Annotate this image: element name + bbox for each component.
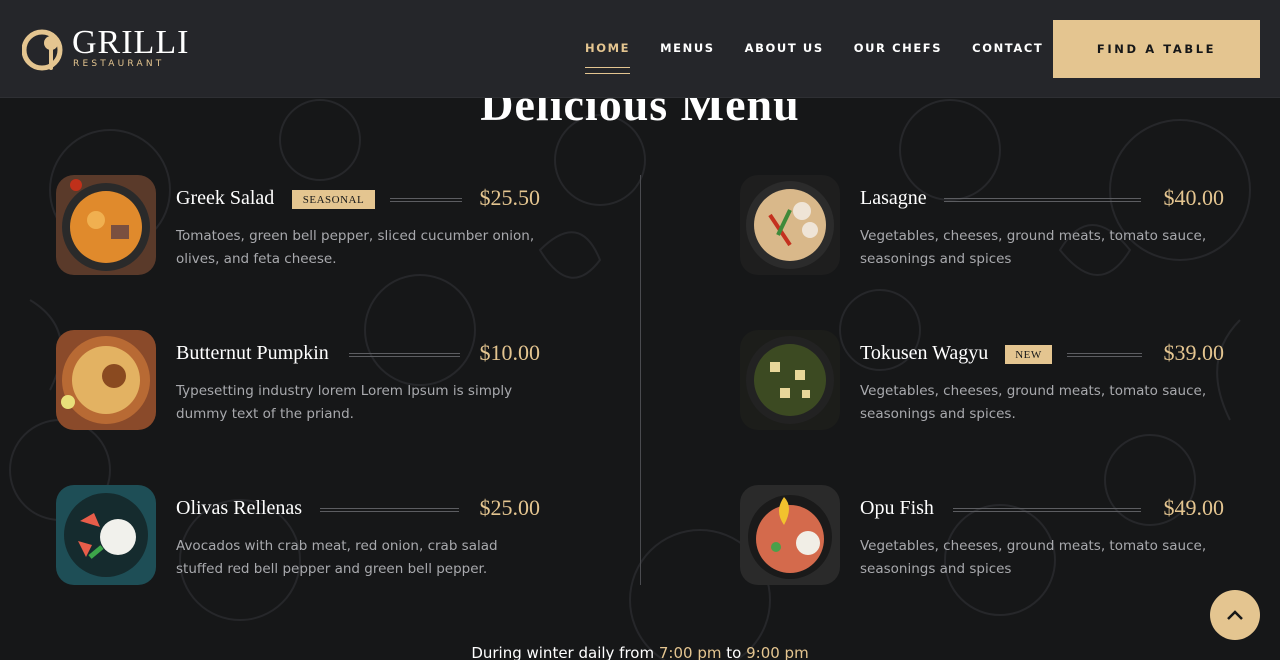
price-rule [390, 198, 462, 202]
dish-name: Butternut Pumpkin [176, 342, 329, 364]
nav-our-chefs[interactable]: OUR CHEFS [854, 41, 942, 55]
brand-logo[interactable]: GRILLI RESTAURANT [22, 26, 188, 72]
dish-description: Vegetables, cheeses, ground meats, tomat… [860, 228, 1207, 267]
dish-price: $25.50 [479, 185, 541, 210]
seasonal-badge: SEASONAL [292, 190, 375, 209]
back-to-top-button[interactable] [1210, 590, 1260, 640]
dish-image [56, 175, 156, 275]
menu-item[interactable]: Opu Fish $49.00 Vegetables, cheeses, gro… [740, 485, 1224, 585]
column-divider [640, 175, 641, 585]
price-rule [349, 353, 460, 357]
dish-image [740, 485, 840, 585]
menu-item[interactable]: Butternut Pumpkin $10.00 Typesetting ind… [56, 330, 540, 430]
dish-price: $40.00 [1163, 185, 1225, 210]
dish-name: Olivas Rellenas [176, 497, 303, 519]
dish-name: Greek Salad [176, 187, 275, 209]
nav-menus[interactable]: MENUS [660, 41, 715, 55]
hours-prefix: During winter daily from [471, 644, 655, 660]
dish-price: $25.00 [479, 495, 541, 520]
dish-image [740, 330, 840, 430]
price-rule [1067, 353, 1142, 357]
dish-price: $39.00 [1163, 340, 1225, 365]
dish-image [56, 485, 156, 585]
dish-price: $49.00 [1163, 495, 1225, 520]
dish-description: Avocados with crab meat, red onion, crab… [176, 538, 498, 577]
dish-image [56, 330, 156, 430]
brand-name: GRILLI [72, 24, 190, 61]
price-rule [953, 508, 1141, 512]
dish-description: Vegetables, cheeses, ground meats, tomat… [860, 538, 1207, 577]
hours-start: 7:00 pm [658, 644, 722, 660]
dish-name: Opu Fish [860, 497, 934, 519]
dish-name: Tokusen Wagyu [860, 342, 989, 364]
nav-about-us[interactable]: ABOUT US [745, 41, 824, 55]
dish-name: Lasagne [860, 187, 927, 209]
menu-item[interactable]: Lasagne $40.00 Vegetables, cheeses, grou… [740, 175, 1224, 275]
hours-end: 9:00 pm [746, 644, 809, 660]
chevron-up-icon [1227, 610, 1243, 620]
dish-price: $10.00 [479, 340, 541, 365]
find-table-button[interactable]: FIND A TABLE [1053, 20, 1260, 78]
price-rule [944, 198, 1141, 202]
menu-item[interactable]: Olivas Rellenas $25.00 Avocados with cra… [56, 485, 540, 585]
price-rule [320, 508, 459, 512]
menu-item[interactable]: Tokusen Wagyu NEW $39.00 Vegetables, che… [740, 330, 1224, 430]
dish-description: Tomatoes, green bell pepper, sliced cucu… [176, 228, 535, 267]
main-nav: HOME MENUS ABOUT US OUR CHEFS CONTACT [585, 41, 1073, 74]
menu-item[interactable]: Greek Salad SEASONAL $25.50 Tomatoes, gr… [56, 175, 540, 275]
opening-hours: During winter daily from 7:00 pm to 9:00… [0, 644, 1280, 660]
nav-home[interactable]: HOME [585, 41, 631, 74]
hours-joiner: to [726, 644, 742, 660]
dish-description: Vegetables, cheeses, ground meats, tomat… [860, 383, 1207, 422]
nav-contact[interactable]: CONTACT [972, 41, 1043, 55]
new-badge: NEW [1005, 345, 1052, 364]
site-header: GRILLI RESTAURANT HOME MENUS ABOUT US OU… [0, 0, 1280, 98]
cloche-icon [22, 29, 63, 71]
dish-image [740, 175, 840, 275]
dish-description: Typesetting industry lorem Lorem Ipsum i… [176, 383, 513, 422]
brand-tagline: RESTAURANT [73, 59, 165, 69]
